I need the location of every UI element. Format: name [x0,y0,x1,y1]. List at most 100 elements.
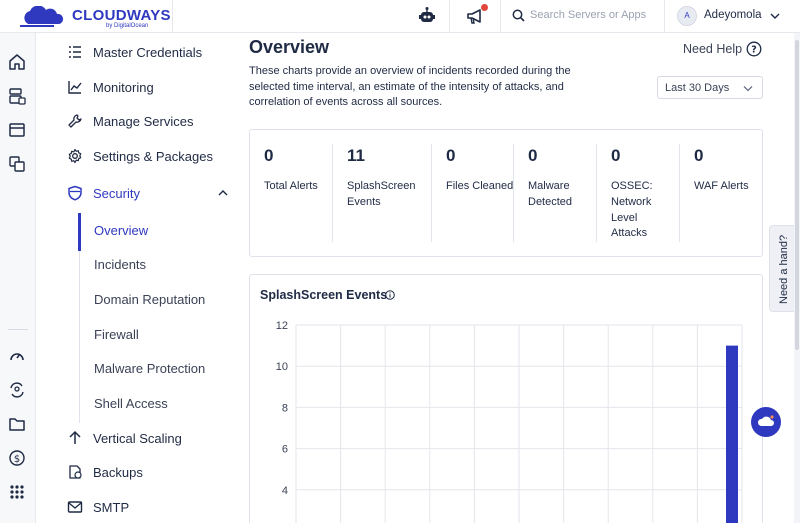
y-tick-label: 6 [282,444,288,456]
divider [596,144,597,242]
username[interactable]: Adeyomola [704,9,762,21]
nav-item-security[interactable]: Security [36,179,239,207]
stat-label: OSSEC: Network Level Attacks [611,180,653,240]
billing-dollar-icon[interactable]: $ [8,449,26,467]
need-a-hand-label: Need a hand? [778,234,790,304]
time-range-value: Last 30 Days [665,82,730,94]
nav-label: Settings & Packages [93,149,213,164]
nav-label: Monitoring [93,80,154,95]
svg-text:?: ? [751,45,757,56]
stat-label: Total Alerts [264,180,318,192]
y-tick-label: 10 [276,361,288,373]
nav-label: Vertical Scaling [93,431,182,446]
nav-label: Security [93,186,140,201]
list-icon [69,46,81,58]
sub-item-label: Shell Access [94,396,168,411]
stat-label: Malware Detected [528,180,573,208]
divider [513,144,514,242]
applications-icon[interactable] [8,121,26,139]
gear-icon [68,148,82,164]
nav-item-smtp[interactable]: SMTP [36,493,239,521]
nav-label: Manage Services [93,114,194,129]
sub-item-label: Firewall [94,327,139,342]
stat-value: 11 [347,146,365,165]
cloudways-logo[interactable]: CLOUDWAYS by DigitalOcean [14,4,174,30]
svg-text:$: $ [14,454,20,465]
wrench-icon [68,114,82,128]
avatar[interactable]: A [677,6,697,26]
user-search-icon[interactable] [8,381,26,399]
shield-icon [68,185,82,201]
y-tick-label: 8 [282,402,288,414]
sub-item-incidents[interactable]: Incidents [80,250,239,278]
server-management-nav: Master Credentials Monitoring Manage Ser… [36,33,239,523]
divider [500,0,501,33]
chat-cloud-icon [757,415,774,426]
page-title: Overview [249,37,330,57]
mail-icon [67,501,83,513]
nav-item-backups[interactable]: Backups [36,458,239,486]
brand-by-line: by DigitalOcean [106,23,149,29]
scrollbar-thumb[interactable] [795,40,799,350]
stat-value: 0 [264,146,274,165]
sub-item-label: Incidents [94,257,147,272]
bar-chart: 12 10 8 6 4 [276,320,743,523]
top-bar: CLOUDWAYS by DigitalOcean Search Servers… [0,0,800,33]
chart-title: SplashScreen Events [260,288,388,302]
line-chart-icon [68,81,82,94]
search-icon [512,9,525,22]
sub-item-label: Malware Protection [94,361,206,376]
divider [332,144,333,242]
nav-item-manage-services[interactable]: Manage Services [36,107,239,135]
brand-name: CLOUDWAYS [72,7,171,24]
stats-summary-card: 0 Total Alerts 11 SplashScreen Events 0 … [249,129,763,257]
divider [431,144,432,242]
bar [726,345,738,523]
time-range-select[interactable]: Last 30 Days [657,76,763,99]
stat-value: 0 [611,146,621,165]
splashscreen-events-chart-card: SplashScreen Events 12 10 8 6 4 [249,274,763,523]
apps-grid-icon[interactable] [8,483,26,501]
sub-item-domain-reputation[interactable]: Domain Reputation [80,285,239,313]
arrow-up-icon [69,430,81,444]
stat-value: 0 [694,146,704,165]
folder-icon[interactable] [8,415,26,433]
nav-item-monitoring[interactable]: Monitoring [36,73,239,101]
info-icon[interactable] [385,290,395,300]
home-icon[interactable] [8,53,26,71]
overview-description: These charts provide an overview of inci… [249,65,571,108]
y-tick-label: 12 [276,320,288,332]
y-tick-label: 4 [282,485,288,497]
chevron-down-icon[interactable] [770,12,780,20]
nav-item-vertical-scaling[interactable]: Vertical Scaling [36,424,239,452]
divider [449,0,450,33]
nav-label: Backups [93,465,143,480]
cloud-logo-icon [20,6,64,27]
sub-item-label: Overview [94,223,149,238]
search-bar[interactable]: Search Servers or Apps [512,7,662,25]
nav-item-settings-packages[interactable]: Settings & Packages [36,142,239,170]
nav-item-master-credentials[interactable]: Master Credentials [36,38,239,66]
need-help-link[interactable]: Need Help [683,42,742,56]
help-circle-icon[interactable]: ? [746,41,762,57]
chevron-up-icon[interactable] [218,189,228,197]
sub-item-label: Domain Reputation [94,292,206,307]
rail-divider [8,329,28,330]
nav-label: SMTP [93,500,130,515]
icon-rail: $ [0,33,36,523]
robot-icon[interactable] [417,6,437,26]
servers-icon[interactable] [8,87,26,105]
chat-support-button[interactable] [751,407,781,437]
sub-item-malware-protection[interactable]: Malware Protection [80,354,239,382]
sub-item-firewall[interactable]: Firewall [80,320,239,348]
backup-icon [69,465,82,479]
chevron-down-icon [743,86,753,92]
divider [679,144,680,242]
stat-label: WAF Alerts [694,180,749,192]
sub-item-shell-access[interactable]: Shell Access [80,389,239,417]
search-placeholder: Search Servers or Apps [530,9,647,21]
projects-icon[interactable] [8,155,26,173]
sub-item-overview[interactable]: Overview [80,216,239,244]
divider [172,0,173,33]
dashboard-gauge-icon[interactable] [8,347,26,365]
